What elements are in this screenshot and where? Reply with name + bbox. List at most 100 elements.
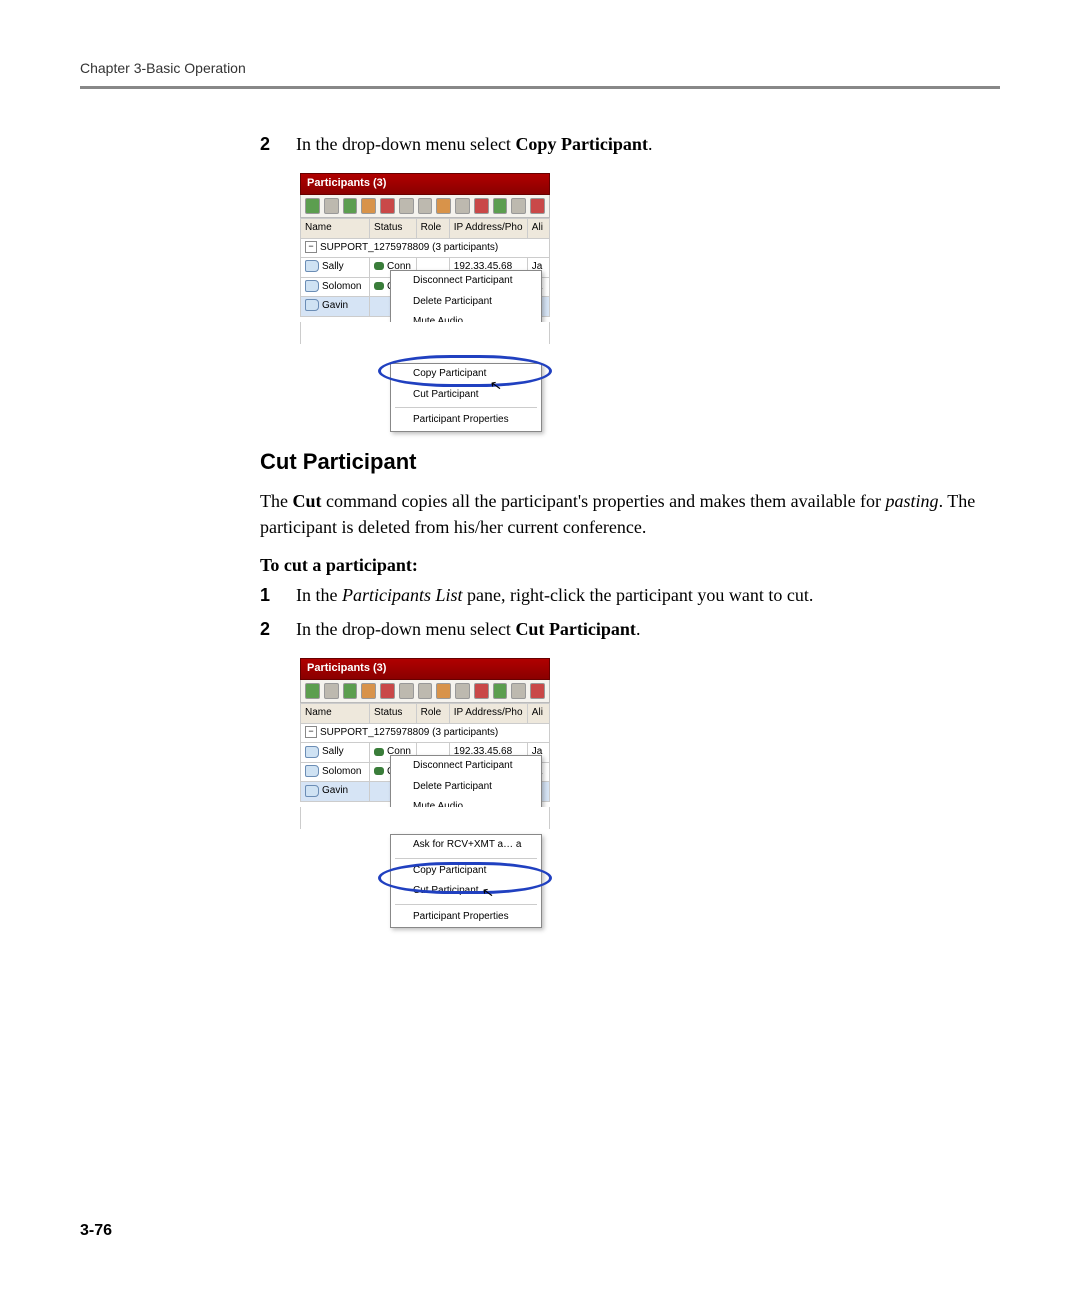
toolbar-icon[interactable] <box>305 198 320 214</box>
person-icon <box>305 299 319 311</box>
toolbar-icon[interactable] <box>418 683 433 699</box>
person-icon <box>305 765 319 777</box>
col-status[interactable]: Status <box>370 219 417 239</box>
col-ip[interactable]: IP Address/Pho <box>449 704 527 724</box>
collapse-icon[interactable]: − <box>305 241 317 253</box>
status-icon <box>374 282 384 290</box>
toolbar-icon[interactable] <box>324 683 339 699</box>
status-icon <box>374 767 384 775</box>
torn-edge-icon <box>300 807 550 829</box>
col-status[interactable]: Status <box>370 704 417 724</box>
menu-item-delete[interactable]: Delete Participant <box>391 777 541 798</box>
status-icon <box>374 262 384 270</box>
screenshot-copy-participant: Participants (3) Name Status <box>300 173 550 428</box>
menu-item-copy-participant[interactable]: Copy Participant <box>391 861 541 882</box>
page-number: 3-76 <box>80 1222 112 1240</box>
menu-item-properties[interactable]: Participant Properties <box>391 410 541 431</box>
toolbar-icon[interactable] <box>511 198 526 214</box>
t: pane, right-click the participant you wa… <box>463 585 814 605</box>
toolbar-icon[interactable] <box>343 198 358 214</box>
col-ali[interactable]: Ali <box>527 219 549 239</box>
col-ali[interactable]: Ali <box>527 704 549 724</box>
toolbar-icon[interactable] <box>436 198 451 214</box>
t-bold: Cut <box>292 491 321 511</box>
t-bold: Cut Participant <box>515 619 636 639</box>
toolbar-icon[interactable] <box>399 683 414 699</box>
t: . <box>636 619 641 639</box>
toolbar-icon[interactable] <box>399 198 414 214</box>
step-text-post: . <box>648 134 653 154</box>
context-menu-bottom[interactable]: Copy Participant Cut Participant Partici… <box>390 363 542 432</box>
col-ip[interactable]: IP Address/Pho <box>449 219 527 239</box>
menu-item-properties[interactable]: Participant Properties <box>391 907 541 928</box>
page-header: Chapter 3-Basic Operation <box>80 60 1000 76</box>
toolbar-icon[interactable] <box>474 198 489 214</box>
col-role[interactable]: Role <box>416 704 449 724</box>
menu-item-cut-participant[interactable]: Cut Participant <box>391 881 541 902</box>
panel-title: Participants (3) <box>300 173 550 195</box>
t: The <box>260 491 292 511</box>
step-text-bold: Copy Participant <box>515 134 648 154</box>
col-name[interactable]: Name <box>301 704 370 724</box>
cell-name: Solomon <box>322 281 361 292</box>
toolbar-icon[interactable] <box>511 683 526 699</box>
content-area: 2 In the drop-down menu select Copy Part… <box>260 131 990 918</box>
cell-name: Gavin <box>322 785 348 796</box>
procedure-heading: To cut a participant: <box>260 552 990 578</box>
toolbar-icon[interactable] <box>530 198 545 214</box>
step-cut-participant: 2 In the drop-down menu select Cut Parti… <box>260 616 990 642</box>
group-row[interactable]: −SUPPORT_1275978809 (3 participants) <box>301 238 550 258</box>
toolbar-icon[interactable] <box>493 198 508 214</box>
step-text-pre: In the drop-down menu select <box>296 134 515 154</box>
toolbar-icon[interactable] <box>418 198 433 214</box>
step-number: 2 <box>260 131 296 157</box>
cell-name: Solomon <box>322 766 361 777</box>
person-icon <box>305 260 319 272</box>
context-menu-bottom[interactable]: Ask for RCV+XMT a… a Copy Participant Cu… <box>390 834 542 928</box>
toolbar-icon[interactable] <box>455 198 470 214</box>
group-row[interactable]: −SUPPORT_1275978809 (3 participants) <box>301 723 550 743</box>
group-label: SUPPORT_1275978809 (3 participants) <box>320 727 498 738</box>
toolbar-icon[interactable] <box>474 683 489 699</box>
toolbar-icon[interactable] <box>324 198 339 214</box>
toolbar-icon[interactable] <box>361 198 376 214</box>
screenshot-cut-participant: Participants (3) Name Status <box>300 658 550 918</box>
menu-item-ask-rcv-xmt[interactable]: Ask for RCV+XMT a… a <box>391 835 541 856</box>
menu-item-copy-participant[interactable]: Copy Participant <box>391 364 541 385</box>
toolbar-icon[interactable] <box>530 683 545 699</box>
panel-toolbar <box>300 680 550 703</box>
menu-separator <box>395 858 537 859</box>
collapse-icon[interactable]: − <box>305 726 317 738</box>
menu-item-disconnect[interactable]: Disconnect Participant <box>391 271 541 292</box>
toolbar-icon[interactable] <box>436 683 451 699</box>
step-body: In the drop-down menu select Cut Partici… <box>296 616 990 642</box>
status-icon <box>374 748 384 756</box>
t: In the drop-down menu select <box>296 619 515 639</box>
toolbar-icon[interactable] <box>343 683 358 699</box>
t: In the <box>296 585 342 605</box>
step-copy-participant: 2 In the drop-down menu select Copy Part… <box>260 131 990 157</box>
toolbar-icon[interactable] <box>493 683 508 699</box>
menu-item-cut-participant[interactable]: Cut Participant <box>391 385 541 406</box>
person-icon <box>305 785 319 797</box>
section-heading-cut-participant: Cut Participant <box>260 446 990 478</box>
step-body: In the drop-down menu select Copy Partic… <box>296 131 990 157</box>
toolbar-icon[interactable] <box>305 683 320 699</box>
t-italic: Participants List <box>342 585 463 605</box>
t-italic: pasting <box>886 491 939 511</box>
toolbar-icon[interactable] <box>455 683 470 699</box>
menu-separator <box>395 904 537 905</box>
menu-item-delete[interactable]: Delete Participant <box>391 292 541 313</box>
header-rule <box>80 86 1000 89</box>
group-label: SUPPORT_1275978809 (3 participants) <box>320 242 498 253</box>
menu-item-disconnect[interactable]: Disconnect Participant <box>391 756 541 777</box>
toolbar-icon[interactable] <box>361 683 376 699</box>
step-number: 1 <box>260 582 296 608</box>
paragraph-cut-description: The Cut command copies all the participa… <box>260 488 990 540</box>
col-role[interactable]: Role <box>416 219 449 239</box>
toolbar-icon[interactable] <box>380 683 395 699</box>
menu-separator <box>395 407 537 408</box>
col-name[interactable]: Name <box>301 219 370 239</box>
step-right-click: 1 In the Participants List pane, right-c… <box>260 582 990 608</box>
toolbar-icon[interactable] <box>380 198 395 214</box>
